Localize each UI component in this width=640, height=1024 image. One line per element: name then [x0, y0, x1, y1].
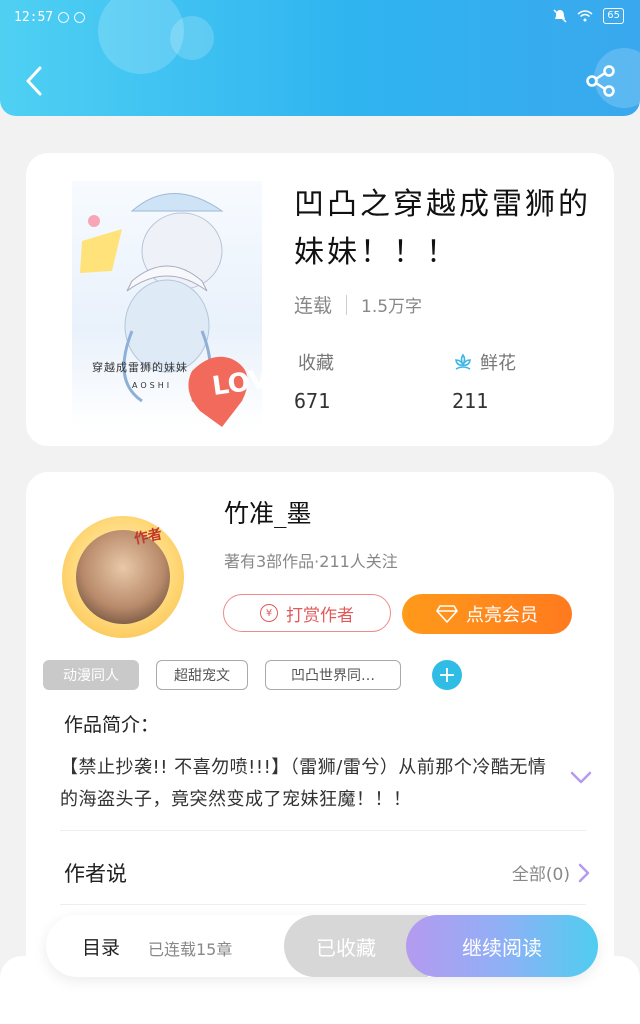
chevron-right-icon [578, 863, 590, 882]
book-title: 凹凸之穿越成雷狮的妹妹！！！ [294, 187, 591, 270]
battery-indicator: 65 [603, 8, 624, 24]
header: 12:57 65 [0, 0, 640, 116]
vip-button[interactable]: 点亮会员 [402, 594, 572, 634]
book-card: 穿越成雷狮的妹妹 AOSHI LOVE 凹凸之穿越成雷狮的妹妹！！！ 连载 1.… [26, 153, 614, 446]
flowers-label: 鲜花 [452, 349, 516, 375]
flower-icon [455, 353, 471, 370]
notification-icon [58, 11, 70, 23]
tag-item[interactable]: 凹凸世界同… [265, 660, 401, 690]
add-tag-button[interactable]: + [432, 660, 462, 690]
cover-subtext: AOSHI [132, 381, 173, 390]
bottom-action-bar: 目录 已连载15章 已收藏 继续阅读 [46, 915, 598, 977]
diamond-icon [436, 605, 458, 623]
share-icon [586, 65, 615, 97]
tip-author-button[interactable]: ¥ 打赏作者 [223, 594, 391, 632]
intro-title: 作品简介： [64, 714, 160, 736]
catalog-button[interactable]: 目录 [82, 933, 120, 960]
book-meta: 连载 1.5万字 [294, 291, 422, 318]
vip-label: 点亮会员 [466, 605, 538, 626]
flowers-label-text: 鲜花 [480, 353, 516, 374]
author-name[interactable]: 竹准_墨 [224, 494, 312, 530]
continue-reading-label: 继续阅读 [462, 935, 542, 960]
chevron-left-icon [26, 66, 42, 96]
tag-item[interactable]: 动漫同人 [43, 660, 139, 690]
meta-divider [346, 294, 348, 315]
author-avatar[interactable]: 作者 [62, 516, 184, 638]
mute-icon [553, 9, 567, 23]
status-bar: 12:57 65 [0, 0, 640, 34]
yuan-icon: ¥ [260, 604, 278, 622]
author-say-all-link[interactable]: 全部(0) [512, 860, 590, 885]
flowers-value: 211 [452, 389, 489, 413]
share-button[interactable] [584, 64, 618, 98]
tip-author-label: 打赏作者 [286, 605, 354, 626]
word-count: 1.5万字 [361, 297, 423, 317]
continue-reading-button[interactable]: 继续阅读 [406, 915, 598, 977]
divider [60, 904, 586, 905]
expand-intro-button[interactable] [570, 770, 592, 786]
wifi-icon [577, 10, 593, 22]
favorites-label: 收藏 [298, 349, 334, 375]
intro-text: 【禁止抄袭!! 不喜勿喷!!!】（雷狮/雷兮）从前那个冷酷无情的海盗头子，竟突然… [60, 757, 547, 810]
status-icons: 65 [553, 8, 624, 24]
notification-icon [74, 11, 86, 23]
collected-label: 已收藏 [316, 935, 376, 960]
favorites-value: 671 [294, 389, 331, 413]
book-cover[interactable]: 穿越成雷狮的妹妹 AOSHI LOVE [72, 181, 262, 427]
chapter-count: 已连载15章 [148, 940, 233, 959]
tag-item[interactable]: 超甜宠文 [156, 660, 248, 690]
status-time: 12:57 [14, 9, 54, 25]
author-say-title: 作者说 [64, 862, 127, 886]
author-say-all-label: 全部(0) [511, 865, 570, 885]
author-info: 著有3部作品·211人关注 [224, 552, 398, 571]
book-status: 连载 [294, 295, 333, 317]
cover-text: 穿越成雷狮的妹妹 [92, 361, 188, 374]
favorites-label-text: 收藏 [298, 353, 334, 374]
back-button[interactable] [22, 64, 52, 98]
divider [60, 830, 586, 831]
chevron-down-icon [570, 771, 592, 784]
